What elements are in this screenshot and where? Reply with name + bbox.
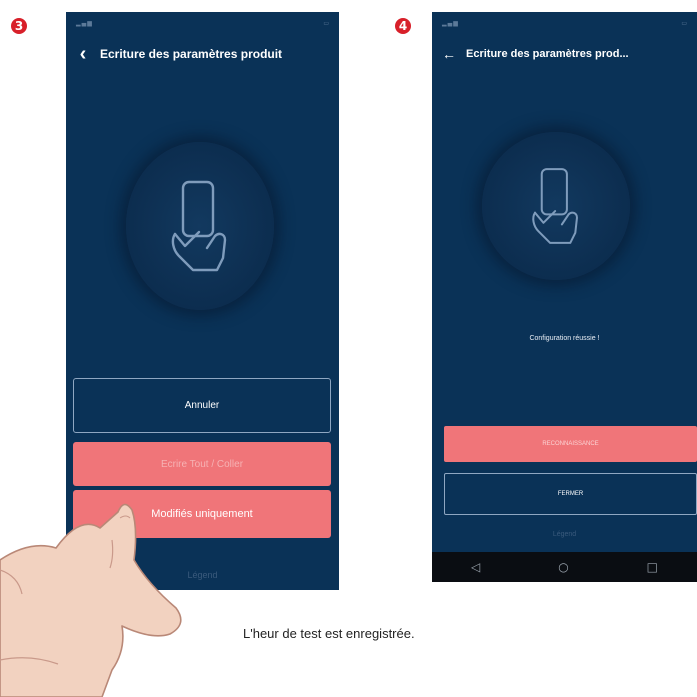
android-back-icon[interactable]: ◁ <box>471 560 480 574</box>
step-4-badge: 4 <box>395 18 411 34</box>
step-3-badge: 3 <box>11 18 27 34</box>
success-message: Configuration réussie ! <box>529 335 600 342</box>
android-nav-bar: ◁ ○ □ <box>432 552 697 582</box>
close-button[interactable]: FERMER <box>444 473 697 515</box>
signal-icon: ▂▄▆ <box>76 19 93 27</box>
back-chevron-icon[interactable]: ‹ <box>66 43 100 66</box>
status-bar: ▂▄▆ ▭ <box>66 12 339 34</box>
recognize-button[interactable]: RECONNAISSANCE <box>444 426 697 462</box>
modified-only-button[interactable]: Modifiés uniquement <box>73 490 331 538</box>
screen-title: Ecriture des paramètres produit <box>100 47 283 61</box>
screen-title: Ecriture des paramètres prod... <box>466 48 629 60</box>
status-bar: ▂▄▆ ▭ <box>432 12 697 34</box>
android-recents-icon[interactable]: □ <box>647 560 658 574</box>
phone-screen-step-4: ▂▄▆ ▭ ← Ecriture des paramètres prod... … <box>432 12 697 582</box>
battery-icon: ▭ <box>323 19 329 27</box>
battery-icon: ▭ <box>681 19 687 27</box>
legend-link[interactable]: Légend <box>66 570 339 580</box>
phone-screen-step-3: ▂▄▆ ▭ ‹ Ecriture des paramètres produit … <box>66 12 339 590</box>
legend-link[interactable]: Légend <box>432 531 697 538</box>
app-bar: ‹ Ecriture des paramètres produit <box>66 34 339 74</box>
signal-icon: ▂▄▆ <box>442 19 459 27</box>
back-arrow-icon[interactable]: ← <box>432 46 466 62</box>
nfc-circle <box>482 132 630 280</box>
nfc-circle <box>126 142 274 310</box>
phone-hand-icon <box>532 168 578 244</box>
android-home-icon[interactable]: ○ <box>558 560 568 574</box>
app-bar: ← Ecriture des paramètres prod... <box>432 34 697 74</box>
caption-text: L'heur de test est enregistrée. <box>243 626 415 641</box>
write-all-paste-button[interactable]: Ecrire Tout / Coller <box>73 442 331 486</box>
phone-hand-icon <box>171 180 227 272</box>
cancel-button[interactable]: Annuler <box>73 378 331 433</box>
